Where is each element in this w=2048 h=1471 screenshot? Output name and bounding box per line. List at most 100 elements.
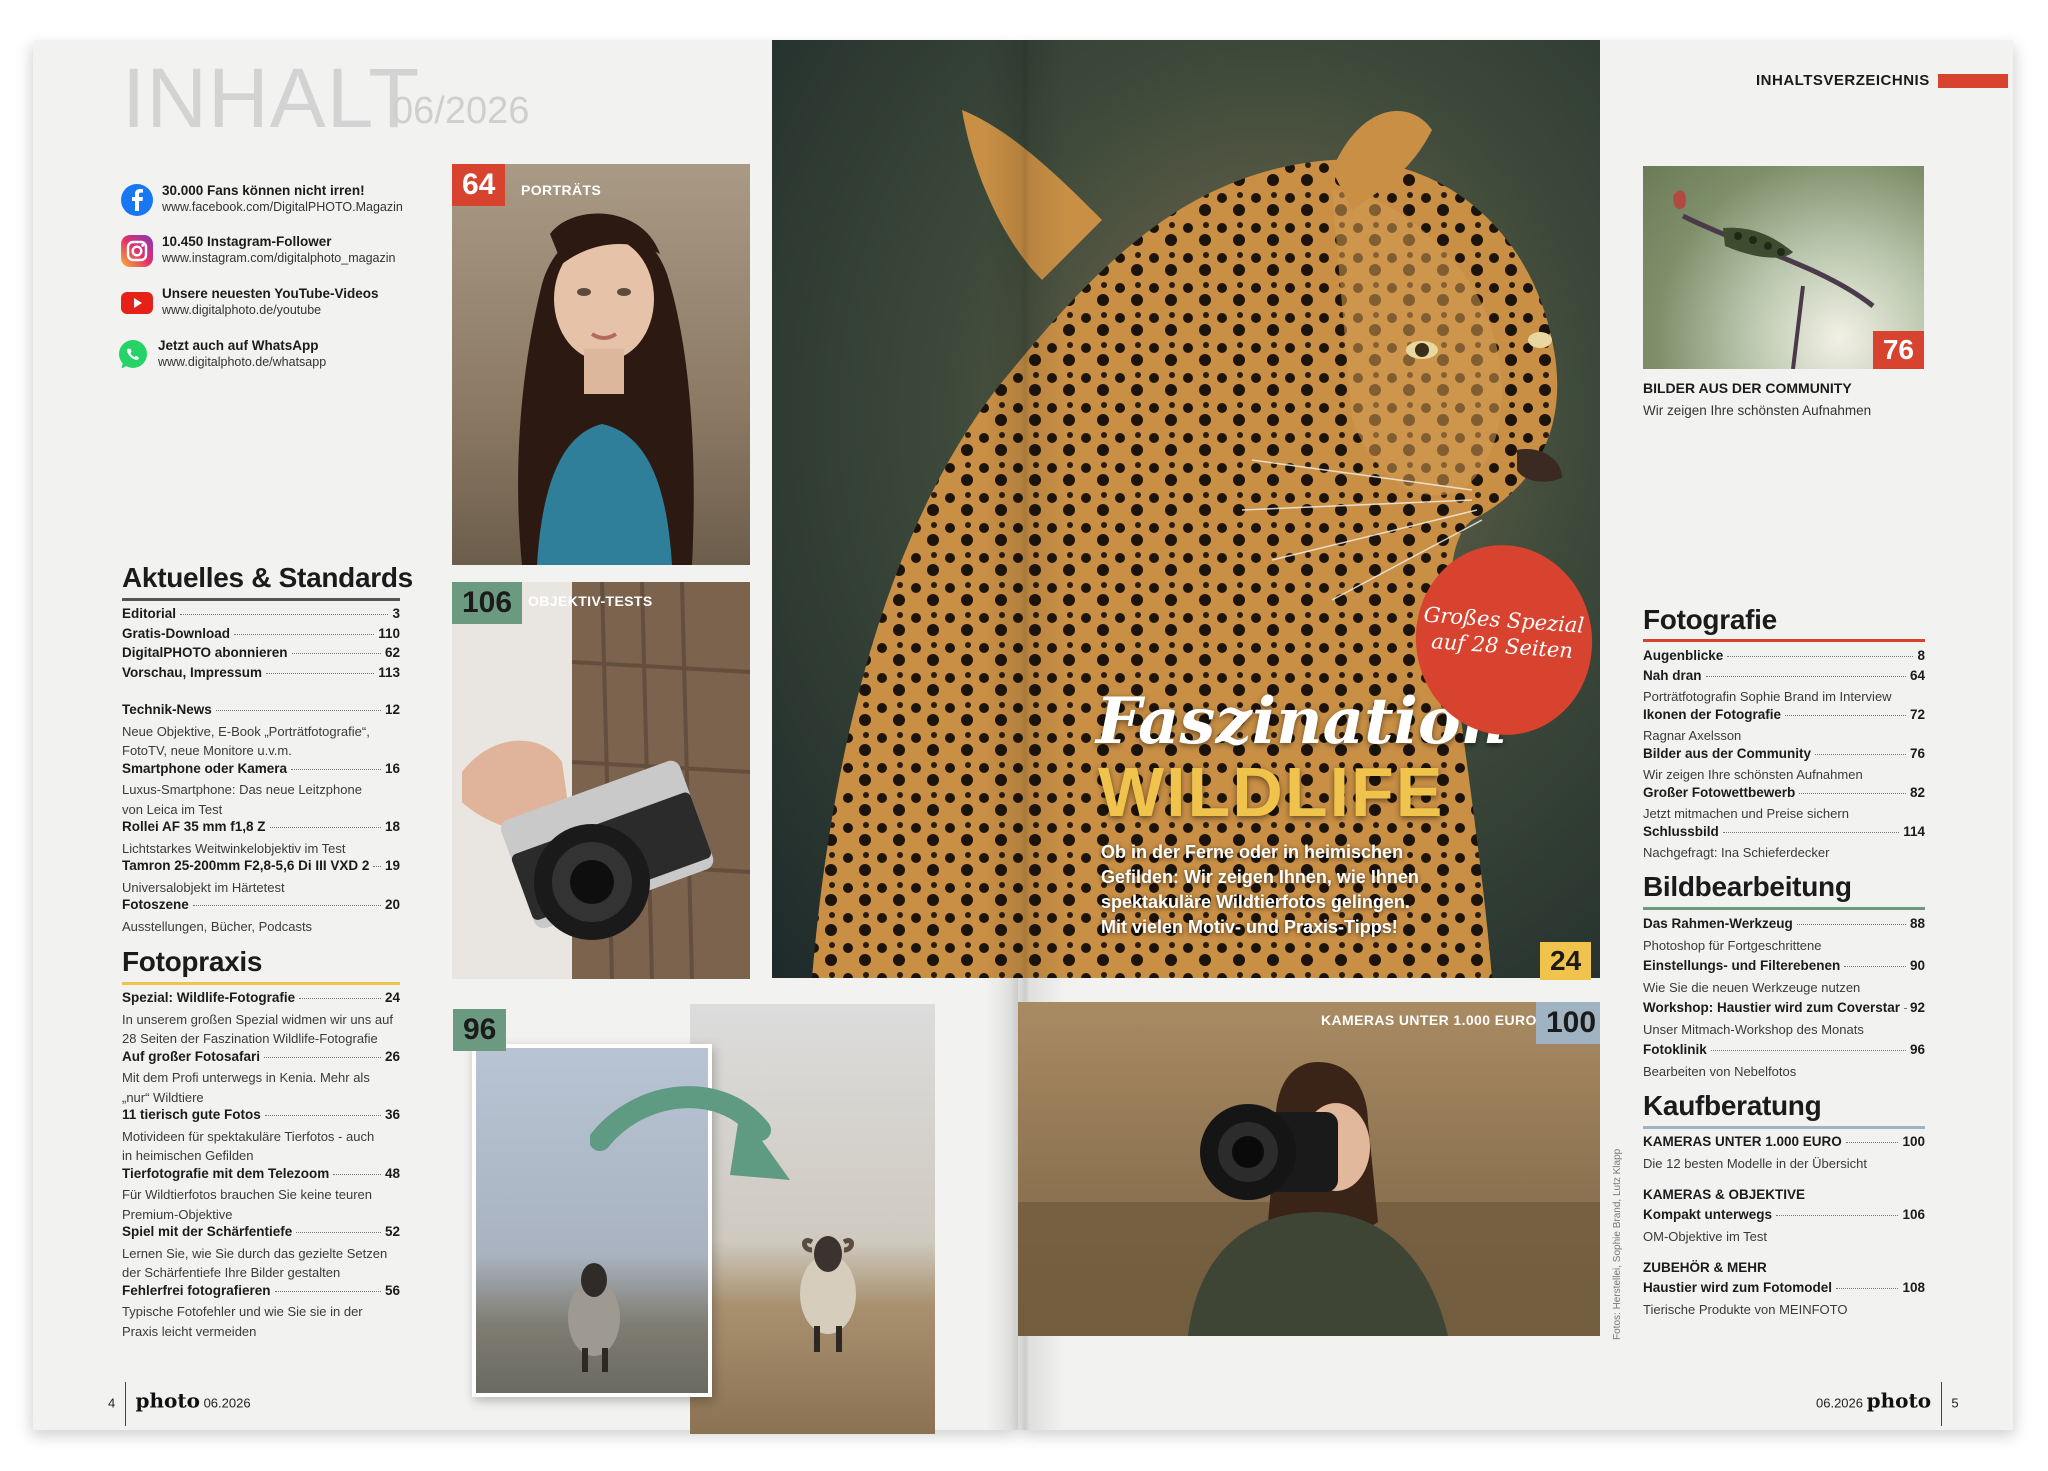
page-title: INHALT: [122, 51, 421, 145]
toc-entry-page: 26: [384, 1048, 400, 1064]
page-badge: 76: [1872, 331, 1924, 369]
portrait-photo[interactable]: 64 PORTRÄTS: [452, 164, 750, 565]
toc-entry[interactable]: Tamron 25-200mm F2,8-5,6 Di III VXD 2 19: [122, 858, 400, 878]
section-title-aktuelles: Aktuelles & Standards: [122, 562, 413, 593]
toc-entry-page: 106: [1902, 1207, 1925, 1222]
social-youtube[interactable]: Unsere neuesten YouTube-Videos www.digit…: [120, 286, 450, 330]
toc-entry-description: OM-Objektive im Test: [1643, 1228, 1768, 1244]
photographer-illustration: [1018, 1062, 1600, 1336]
social-line2: www.digitalphoto.de/whatsapp: [158, 355, 327, 369]
toc-entry-description: Ragnar Axelsson: [1643, 728, 1742, 743]
toc-entry-title: KAMERAS UNTER 1.000 EURO: [1643, 1134, 1842, 1149]
toc-entry-page: 108: [1902, 1280, 1925, 1295]
toc-entry-page: 100: [1902, 1134, 1925, 1149]
toc-entry[interactable]: Spiel mit der Schärfentiefe 52: [122, 1224, 400, 1244]
social-instagram[interactable]: 10.450 Instagram-Follower www.instagram.…: [120, 234, 450, 278]
toc-entry[interactable]: Schlussbild 114: [1643, 824, 1925, 844]
leader-dots: [1710, 1050, 1906, 1051]
toc-entry-description: Lichtstarkes Weitwinkelobjektiv im Test: [122, 840, 346, 856]
toc-entry[interactable]: Gratis-Download 110: [122, 626, 400, 646]
leader-dots: [180, 614, 389, 615]
leader-dots: [269, 827, 381, 828]
toc-entry[interactable]: Spezial: Wildlife-Fotografie 24: [122, 990, 400, 1010]
toc-entry[interactable]: Ikonen der Fotografie 72: [1643, 707, 1925, 727]
leader-dots: [291, 768, 381, 770]
toc-entry[interactable]: Bilder aus der Community 76: [1643, 746, 1925, 766]
social-facebook[interactable]: 30.000 Fans können nicht irren! www.face…: [120, 183, 450, 227]
toc-entry[interactable]: Rollei AF 35 mm f1,8 Z 18: [122, 819, 400, 839]
toc-entry-description: Premium-Objektive: [122, 1206, 233, 1222]
toc-entry-description: Für Wildtierfotos brauchen Sie keine teu…: [122, 1187, 373, 1202]
toc-entry[interactable]: Augenblicke 8: [1643, 648, 1925, 668]
toc-entry-page: 18: [384, 819, 400, 834]
social-line1: Unsere neuesten YouTube-Videos: [162, 286, 379, 301]
leader-dots: [266, 672, 375, 674]
toc-entry-description: Motivideen für spektakuläre Tierfotos - …: [122, 1128, 375, 1144]
teaser-line: spektakuläre Wildtierfotos gelingen.: [1101, 892, 1410, 912]
teaser-line: Gefilden: Wir zeigen Ihnen, wie Ihnen: [1101, 867, 1419, 887]
feature-title-caps: WILDLIFE: [1098, 753, 1445, 831]
toc-entry-description: in heimischen Gefilden: [122, 1148, 254, 1163]
toc-entry[interactable]: Workshop: Haustier wird zum Coverstar 92: [1643, 1000, 1925, 1020]
toc-entry-description: Wie Sie die neuen Werkzeuge nutzen: [1643, 979, 1861, 995]
toc-entry[interactable]: Technik-News 12: [122, 702, 400, 722]
toc-entry-page: 3: [392, 606, 400, 621]
toc-entry[interactable]: Fehlerfrei fotografieren 56: [122, 1283, 400, 1303]
toc-entry[interactable]: Fotoklinik 96: [1643, 1042, 1925, 1062]
toc-entry-page: 110: [378, 625, 400, 641]
camera-photo[interactable]: KAMERAS UNTER 1.000 EURO 100: [1018, 1002, 1600, 1336]
toc-entry[interactable]: Tierfotografie mit dem Telezoom 48: [122, 1166, 400, 1186]
toc-entry-title: Fehlerfrei fotografieren: [122, 1282, 271, 1298]
toc-entry-description: Wir zeigen Ihre schönsten Aufnahmen: [1643, 767, 1863, 782]
leader-dots: [215, 710, 381, 711]
toc-entry[interactable]: DigitalPHOTO abonnieren 62: [122, 645, 400, 665]
toc-entry[interactable]: Einstellungs- und Filterebenen 90: [1643, 958, 1925, 978]
toc-entry-title: Spezial: Wildlife-Fotografie: [122, 990, 296, 1005]
page-number: 4: [108, 1395, 116, 1411]
toc-entry-title: Fotoszene: [122, 897, 189, 912]
sheep-after-photo[interactable]: [690, 1004, 935, 1434]
toc-entry-page: 72: [1909, 706, 1925, 722]
toc-entry-description: von Leica im Test: [122, 801, 223, 817]
toc-entry[interactable]: Kompakt unterwegs 106: [1643, 1207, 1925, 1227]
toc-entry[interactable]: Haustier wird zum Fotomodel 108: [1643, 1280, 1925, 1300]
leader-dots: [373, 866, 381, 867]
toc-fotografie: Augenblicke 8 Nah dran 64 Porträtfotografin …: [1643, 648, 1925, 863]
toc-entry-description: Ausstellungen, Bücher, Podcasts: [122, 918, 313, 934]
folio-divider: [1940, 1382, 1942, 1426]
lens-test-photo[interactable]: 106 OBJEKTIV-TESTS: [452, 582, 750, 979]
toc-entry[interactable]: Das Rahmen-Werkzeug 88: [1643, 916, 1925, 936]
toc-entry-title: Fotoklinik: [1643, 1042, 1707, 1057]
toc-entry-page: 52: [384, 1224, 400, 1239]
toc-entry[interactable]: KAMERAS UNTER 1.000 EURO 100: [1643, 1134, 1925, 1154]
toc-entry[interactable]: Vorschau, Impressum 113: [122, 665, 400, 685]
social-whatsapp[interactable]: Jetzt auch auf WhatsApp www.digitalphoto…: [116, 338, 446, 382]
section-rule: [1643, 1126, 1925, 1129]
toc-entry-page: 12: [384, 702, 400, 717]
leader-dots: [274, 1290, 381, 1292]
toc-entry[interactable]: Großer Fotowettbewerb 82: [1643, 785, 1925, 805]
toc-entry-title: Rollei AF 35 mm f1,8 Z: [122, 819, 266, 834]
toc-entry-title: Tamron 25-200mm F2,8-5,6 Di III VXD 2: [122, 858, 370, 873]
youtube-icon: [121, 292, 153, 314]
arrow-icon: [590, 1086, 790, 1180]
toc-entry[interactable]: Auf großer Fotosafari 26: [122, 1049, 400, 1069]
social-line2: www.facebook.com/DigitalPHOTO.Magazin: [162, 200, 403, 214]
photo-tag: KAMERAS UNTER 1.000 EURO: [1321, 1012, 1537, 1028]
toc-entry-title: Workshop: Haustier wird zum Coverstar: [1643, 1000, 1901, 1015]
toc-entry-page: 16: [384, 760, 400, 776]
toc-entry[interactable]: Fotoszene 20: [122, 897, 400, 917]
leopard-photo[interactable]: [772, 40, 1600, 978]
photo-tag: PORTRÄTS: [521, 182, 602, 198]
community-photo[interactable]: 76: [1643, 166, 1924, 369]
issue-number: 06/2026: [392, 90, 530, 132]
page-badge: 24: [1540, 942, 1592, 980]
toc-entry[interactable]: Smartphone oder Kamera 16: [122, 761, 400, 781]
toc-entry[interactable]: 11 tierisch gute Fotos 36: [122, 1107, 400, 1127]
toc-entry-title: Vorschau, Impressum: [122, 664, 263, 680]
toc-entry-page: 88: [1909, 916, 1925, 931]
toc-entry-page: 82: [1909, 784, 1925, 800]
toc-entry[interactable]: Editorial 3: [122, 606, 400, 626]
toc-entry[interactable]: Nah dran 64: [1643, 668, 1925, 688]
social-line1: 30.000 Fans können nicht irren!: [162, 183, 365, 198]
